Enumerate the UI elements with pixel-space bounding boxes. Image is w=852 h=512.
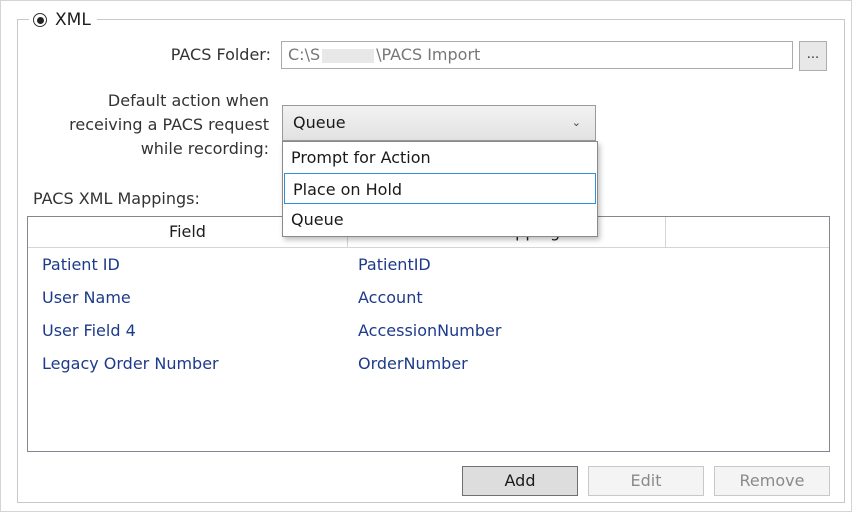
default-action-label-line3: while recording: bbox=[140, 139, 269, 158]
add-button[interactable]: Add bbox=[462, 466, 578, 496]
xml-radio-label: XML bbox=[55, 10, 91, 30]
default-action-selected-value: Queue bbox=[293, 113, 346, 132]
redacted-region bbox=[322, 48, 375, 63]
pacs-folder-value-suffix: \PACS Import bbox=[376, 45, 481, 64]
dropdown-option-prompt-for-action[interactable]: Prompt for Action bbox=[283, 142, 597, 173]
table-row[interactable]: Legacy Order Number OrderNumber bbox=[28, 354, 829, 387]
default-action-select[interactable]: Queue ⌄ bbox=[282, 105, 596, 141]
table-row[interactable]: User Field 4 AccessionNumber bbox=[28, 321, 829, 354]
pacs-folder-input[interactable]: C:\S \PACS Import bbox=[281, 41, 793, 69]
chevron-down-icon[interactable]: ⌄ bbox=[572, 106, 581, 140]
row-mapping: AccessionNumber bbox=[358, 321, 502, 340]
row-field: User Field 4 bbox=[42, 321, 136, 340]
row-mapping: PatientID bbox=[358, 255, 431, 274]
mappings-label: PACS XML Mappings: bbox=[33, 189, 200, 208]
row-mapping: Account bbox=[358, 288, 423, 307]
radio-selected-dot bbox=[36, 16, 44, 24]
radio-button[interactable] bbox=[33, 13, 47, 27]
default-action-label: Default action when receiving a PACS req… bbox=[41, 89, 269, 161]
default-action-label-line1: Default action when bbox=[107, 91, 269, 110]
row-mapping: OrderNumber bbox=[358, 354, 468, 373]
pacs-folder-label: PACS Folder: bbox=[170, 45, 271, 64]
pacs-folder-value-prefix: C:\S bbox=[288, 45, 321, 64]
default-action-dropdown: Prompt for Action Place on Hold Queue bbox=[282, 141, 598, 237]
table-body: Patient ID PatientID User Name Account U… bbox=[28, 255, 829, 387]
edit-button[interactable]: Edit bbox=[588, 466, 704, 496]
table-row[interactable]: Patient ID PatientID bbox=[28, 255, 829, 288]
remove-button[interactable]: Remove bbox=[714, 466, 830, 496]
row-field: Legacy Order Number bbox=[42, 354, 219, 373]
dropdown-option-queue[interactable]: Queue bbox=[283, 204, 597, 235]
browse-button[interactable]: ... bbox=[799, 41, 827, 71]
row-field: Patient ID bbox=[42, 255, 120, 274]
mappings-table[interactable]: Field XML Mapping Patient ID PatientID U… bbox=[27, 216, 830, 452]
settings-panel: XML PACS Folder: C:\S \PACS Import ... De… bbox=[0, 0, 852, 512]
default-action-label-line2: receiving a PACS request bbox=[69, 115, 269, 134]
xml-radio-option[interactable]: XML bbox=[29, 7, 97, 33]
table-row[interactable]: User Name Account bbox=[28, 288, 829, 321]
column-header-filler bbox=[666, 217, 829, 247]
dropdown-option-place-on-hold[interactable]: Place on Hold bbox=[284, 173, 596, 204]
row-field: User Name bbox=[42, 288, 131, 307]
